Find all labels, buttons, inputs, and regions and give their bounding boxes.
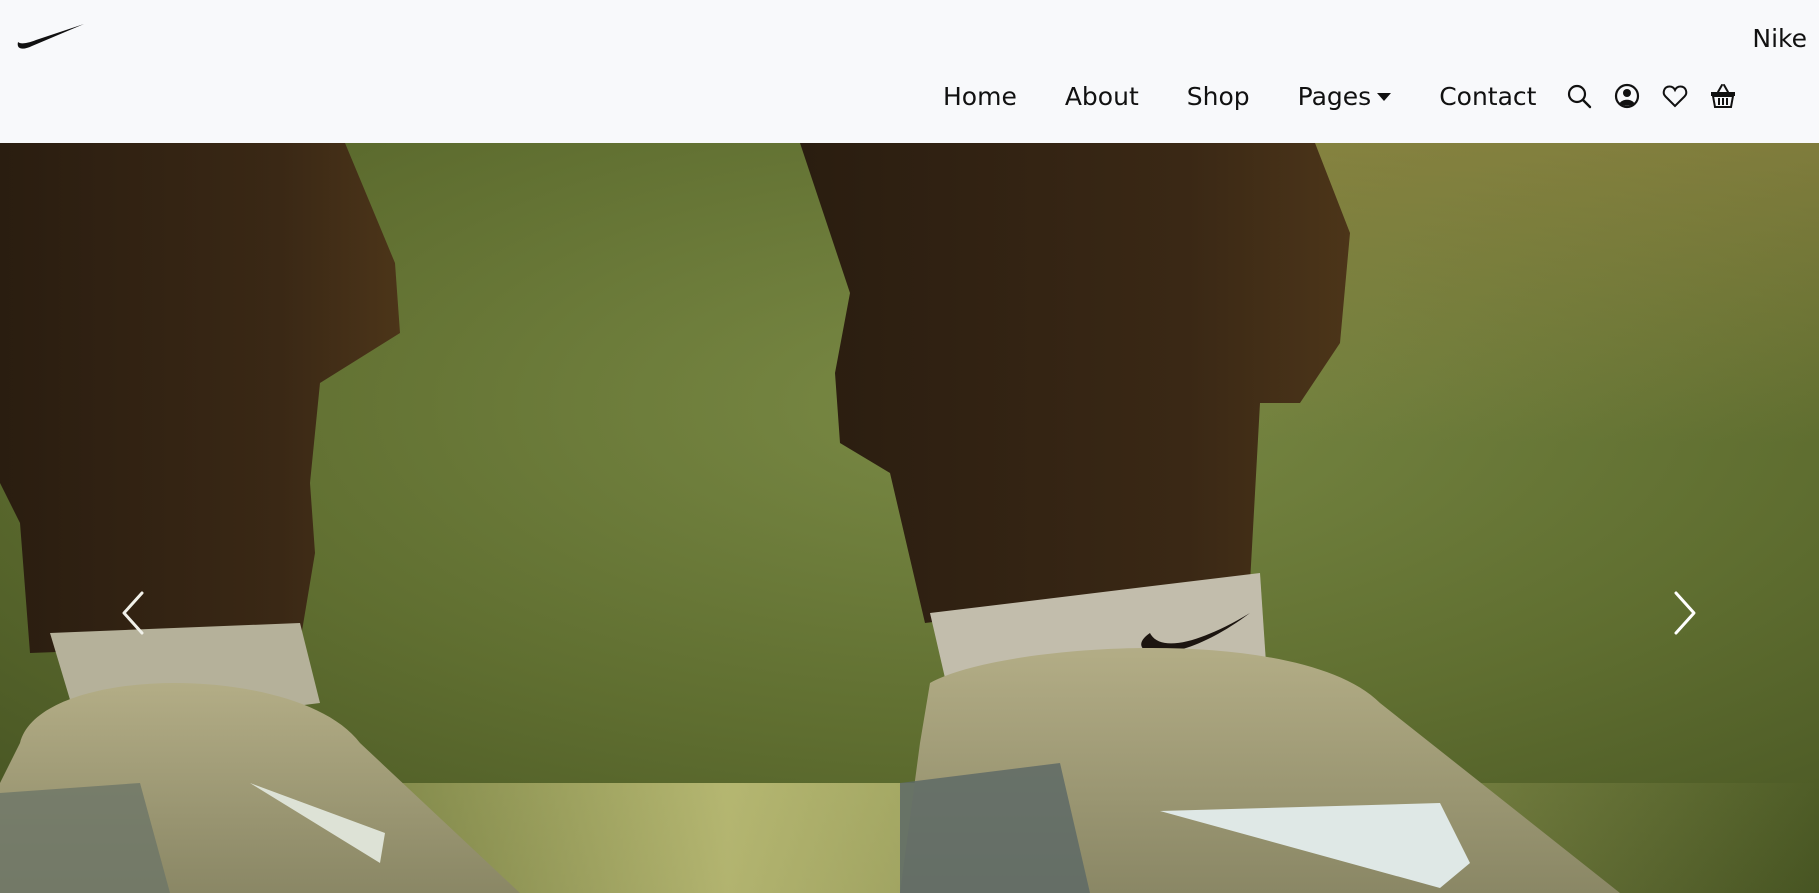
chevron-left-icon[interactable] — [116, 583, 156, 643]
hero-image — [0, 143, 1819, 893]
user-icon[interactable] — [1613, 82, 1641, 110]
basket-icon[interactable] — [1709, 82, 1737, 110]
search-icon[interactable] — [1565, 82, 1593, 110]
nav-link-contact[interactable]: Contact — [1439, 82, 1536, 111]
nav-link-label: Home — [943, 82, 1017, 111]
hero-carousel — [0, 143, 1819, 893]
nav-link-label: About — [1064, 82, 1139, 111]
nav-link-pages-dropdown[interactable]: Pages — [1298, 82, 1392, 111]
chevron-right-icon[interactable] — [1666, 583, 1706, 643]
nav-links: Home About Shop Pages Contact — [943, 82, 1584, 111]
nav-icons — [1565, 82, 1757, 110]
nav-link-label: Pages — [1297, 82, 1372, 111]
brand-name[interactable]: Nike — [1752, 24, 1807, 53]
nav-link-label: Shop — [1186, 82, 1250, 111]
navbar: Nike Home About Shop Pages Contact — [0, 0, 1819, 143]
nav-link-about[interactable]: About — [1065, 82, 1139, 111]
nav-link-shop[interactable]: Shop — [1187, 82, 1250, 111]
nav-link-home[interactable]: Home — [943, 82, 1017, 111]
caret-down-icon — [1377, 92, 1392, 101]
heart-icon[interactable] — [1661, 82, 1689, 110]
swoosh-icon[interactable] — [16, 20, 86, 52]
nav-link-label: Contact — [1439, 82, 1537, 111]
